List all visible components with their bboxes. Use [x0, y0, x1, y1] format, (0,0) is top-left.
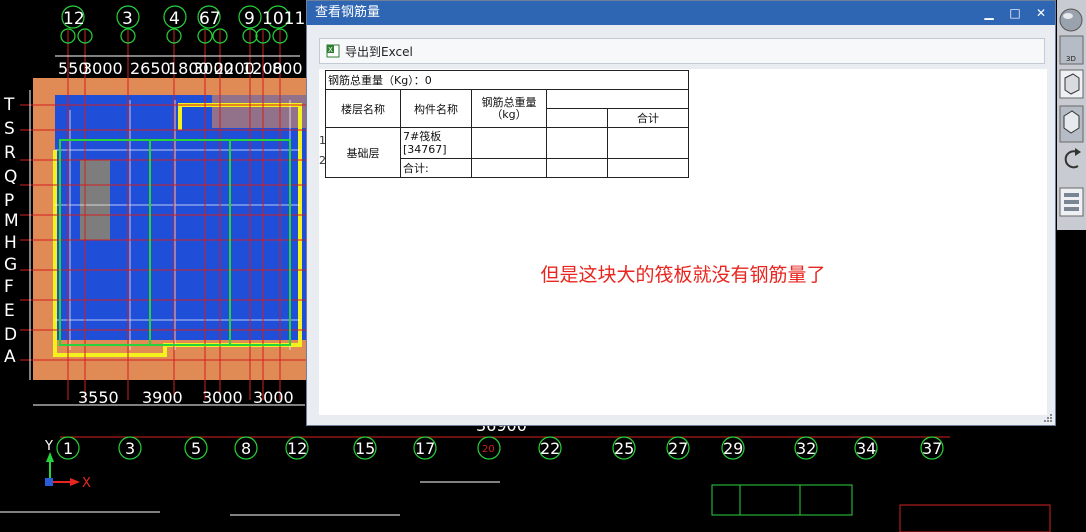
- axis-label: 25: [614, 439, 634, 458]
- axis-letter: Q: [4, 167, 17, 187]
- axis-letter: H: [4, 233, 17, 253]
- minimize-button[interactable]: ▁: [977, 1, 1001, 25]
- axis-label: 17: [415, 439, 435, 458]
- axis-label: 1: [63, 439, 73, 458]
- cube-top-icon[interactable]: [1059, 105, 1084, 143]
- report-area[interactable]: 1 2 钢筋总重量（Kg）：0 楼层名称 构件名称 钢筋总重量（kg） 合计 基…: [319, 69, 1047, 415]
- header-blank: [546, 89, 689, 109]
- axis-letter: R: [4, 143, 16, 163]
- left-axis-labels: T S R Q P M H G F E D A: [3, 90, 31, 380]
- view-tool-palette: 3D: [1057, 0, 1086, 230]
- cell-subtotal: [607, 158, 689, 178]
- cell-blank: [546, 158, 608, 178]
- dialog-title: 查看钢筋量: [315, 5, 381, 20]
- layers-icon[interactable]: [1059, 187, 1084, 217]
- axis-label: 9: [244, 9, 255, 29]
- cell-subtotal: [607, 127, 689, 159]
- axis-letter: G: [4, 255, 17, 275]
- excel-icon: X: [326, 44, 340, 58]
- cell-component: 7#筏板[34767]: [400, 127, 472, 159]
- bottom-axis-labels: 1 3 5 8 12 15 17 20 22 25 27 29 32 34 37: [63, 439, 942, 458]
- ucs-x-label: X: [82, 476, 91, 491]
- close-button[interactable]: ✕: [1029, 1, 1053, 25]
- axis-label: 8: [241, 439, 251, 458]
- dim-label: 3000: [202, 388, 243, 407]
- dim-label: 3900: [142, 388, 183, 407]
- header-component: 构件名称: [400, 89, 472, 128]
- axis-label: 15: [355, 439, 375, 458]
- rebar-table: 钢筋总重量（Kg）：0 楼层名称 构件名称 钢筋总重量（kg） 合计 基础层 7…: [325, 70, 689, 178]
- axis-label: 27: [668, 439, 688, 458]
- axis-label: 34: [856, 439, 876, 458]
- axis-letter: T: [3, 95, 15, 115]
- svg-text:X: X: [328, 46, 333, 54]
- axis-letter: S: [4, 119, 15, 139]
- annotation-text: 但是这块大的筏板就没有钢筋量了: [540, 264, 826, 286]
- axis-letter: A: [4, 347, 16, 367]
- cell-floor: 基础层: [325, 127, 401, 178]
- resize-grip-icon[interactable]: [1044, 414, 1052, 422]
- view-3d-icon[interactable]: 3D: [1059, 35, 1084, 65]
- dim-label: 2650: [130, 59, 171, 78]
- dim-label: 800: [272, 59, 303, 78]
- total-weight-cell: 钢筋总重量（Kg）：0: [325, 70, 689, 90]
- axis-label: 20: [482, 444, 495, 455]
- axis-letter: D: [4, 325, 17, 345]
- axis-label: 5: [191, 439, 201, 458]
- header-sub-blank: [546, 108, 608, 128]
- header-subtotal: 合计: [607, 108, 689, 128]
- sphere-icon[interactable]: [1059, 8, 1083, 32]
- dim-label: 3000: [82, 59, 123, 78]
- axis-label: 67: [199, 9, 221, 29]
- cell-blank: [546, 127, 608, 159]
- top-dim-line: 550 3000 2650 1800 3000 2200 1200 800: [55, 55, 303, 78]
- axis-label: 29: [723, 439, 743, 458]
- view-3d-label: 3D: [1066, 55, 1076, 63]
- cube-icon[interactable]: [1059, 69, 1084, 99]
- axis-letter: P: [4, 191, 14, 211]
- axis-label: 4: [169, 9, 180, 29]
- dim-label: 3550: [78, 388, 119, 407]
- ucs-y-label: Y: [44, 439, 53, 454]
- view-rebar-dialog[interactable]: 查看钢筋量 ▁ □ ✕ X 导出到Excel 1 2 钢筋总重量（Kg）：0 楼…: [306, 0, 1056, 426]
- axis-letter: M: [4, 211, 19, 231]
- axis-label: 37: [922, 439, 942, 458]
- axis-letter: E: [4, 301, 15, 321]
- axis-label: 22: [540, 439, 560, 458]
- cell-weight: [471, 127, 547, 159]
- axis-label: 32: [796, 439, 816, 458]
- cell-weight: [471, 158, 547, 178]
- header-floor: 楼层名称: [325, 89, 401, 128]
- export-excel-label: 导出到Excel: [345, 44, 413, 59]
- axis-label: 12: [63, 9, 85, 29]
- export-excel-button[interactable]: X 导出到Excel: [326, 42, 413, 60]
- detail-drawings: [0, 481, 1051, 532]
- header-total-weight: 钢筋总重量（kg）: [471, 89, 547, 128]
- axis-label: 12: [287, 439, 307, 458]
- axis-label: 3: [125, 439, 135, 458]
- axis-letter: F: [4, 277, 14, 297]
- dialog-toolbar: X 导出到Excel: [319, 38, 1045, 64]
- dialog-titlebar[interactable]: 查看钢筋量 ▁ □ ✕: [307, 1, 1055, 25]
- maximize-button[interactable]: □: [1003, 1, 1027, 25]
- axis-label: 3: [122, 9, 133, 29]
- axis-label: 1011: [262, 9, 305, 29]
- cell-component: 合计:: [400, 158, 472, 178]
- dim-label: 3000: [253, 388, 294, 407]
